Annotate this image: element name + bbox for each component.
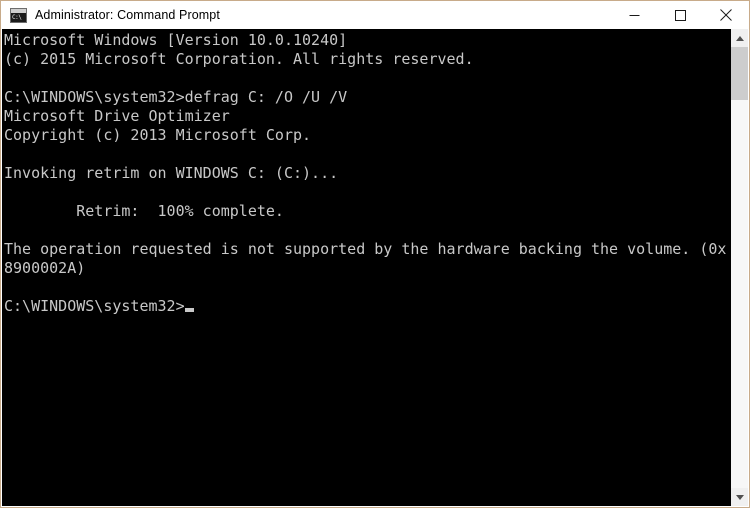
console-line: Microsoft Drive Optimizer bbox=[4, 107, 230, 125]
scroll-up-button[interactable] bbox=[731, 29, 748, 47]
text-cursor bbox=[184, 308, 194, 312]
minimize-icon bbox=[629, 14, 639, 16]
scroll-down-icon bbox=[735, 494, 744, 500]
command-prompt-icon: C:\ bbox=[10, 7, 27, 23]
window-controls bbox=[611, 1, 749, 29]
title-bar[interactable]: C:\ Administrator: Command Prompt bbox=[1, 1, 749, 29]
window-title: Administrator: Command Prompt bbox=[35, 8, 220, 22]
vertical-scrollbar[interactable] bbox=[730, 29, 748, 506]
title-bar-left: C:\ Administrator: Command Prompt bbox=[1, 1, 611, 29]
minimize-button[interactable] bbox=[611, 1, 657, 29]
scroll-up-icon bbox=[735, 35, 744, 41]
console-line: The operation requested is not supported… bbox=[4, 240, 727, 258]
command-prompt-window: C:\ Administrator: Command Prompt Micros… bbox=[0, 0, 750, 508]
console-line: Copyright (c) 2013 Microsoft Corp. bbox=[4, 126, 312, 144]
maximize-icon bbox=[674, 9, 686, 21]
scroll-down-button[interactable] bbox=[731, 488, 748, 506]
icon-prompt-glyph: C:\ bbox=[12, 13, 22, 21]
console-line: 8900002A) bbox=[4, 259, 86, 277]
console-area: Microsoft Windows [Version 10.0.10240] (c… bbox=[2, 29, 748, 506]
close-button[interactable] bbox=[703, 1, 749, 29]
console-line: C:\WINDOWS\system32>defrag C: /O /U /V bbox=[4, 88, 348, 106]
console-output[interactable]: Microsoft Windows [Version 10.0.10240] (c… bbox=[2, 29, 730, 506]
scrollbar-thumb[interactable] bbox=[731, 47, 748, 100]
close-icon bbox=[720, 9, 732, 21]
console-line: Retrim: 100% complete. bbox=[4, 202, 284, 220]
console-line: Invoking retrim on WINDOWS C: (C:)... bbox=[4, 164, 339, 182]
console-line: Microsoft Windows [Version 10.0.10240] bbox=[4, 31, 348, 49]
scrollbar-track[interactable] bbox=[731, 47, 748, 488]
console-line: C:\WINDOWS\system32> bbox=[4, 297, 730, 316]
maximize-button[interactable] bbox=[657, 1, 703, 29]
console-line: (c) 2015 Microsoft Corporation. All righ… bbox=[4, 50, 474, 68]
